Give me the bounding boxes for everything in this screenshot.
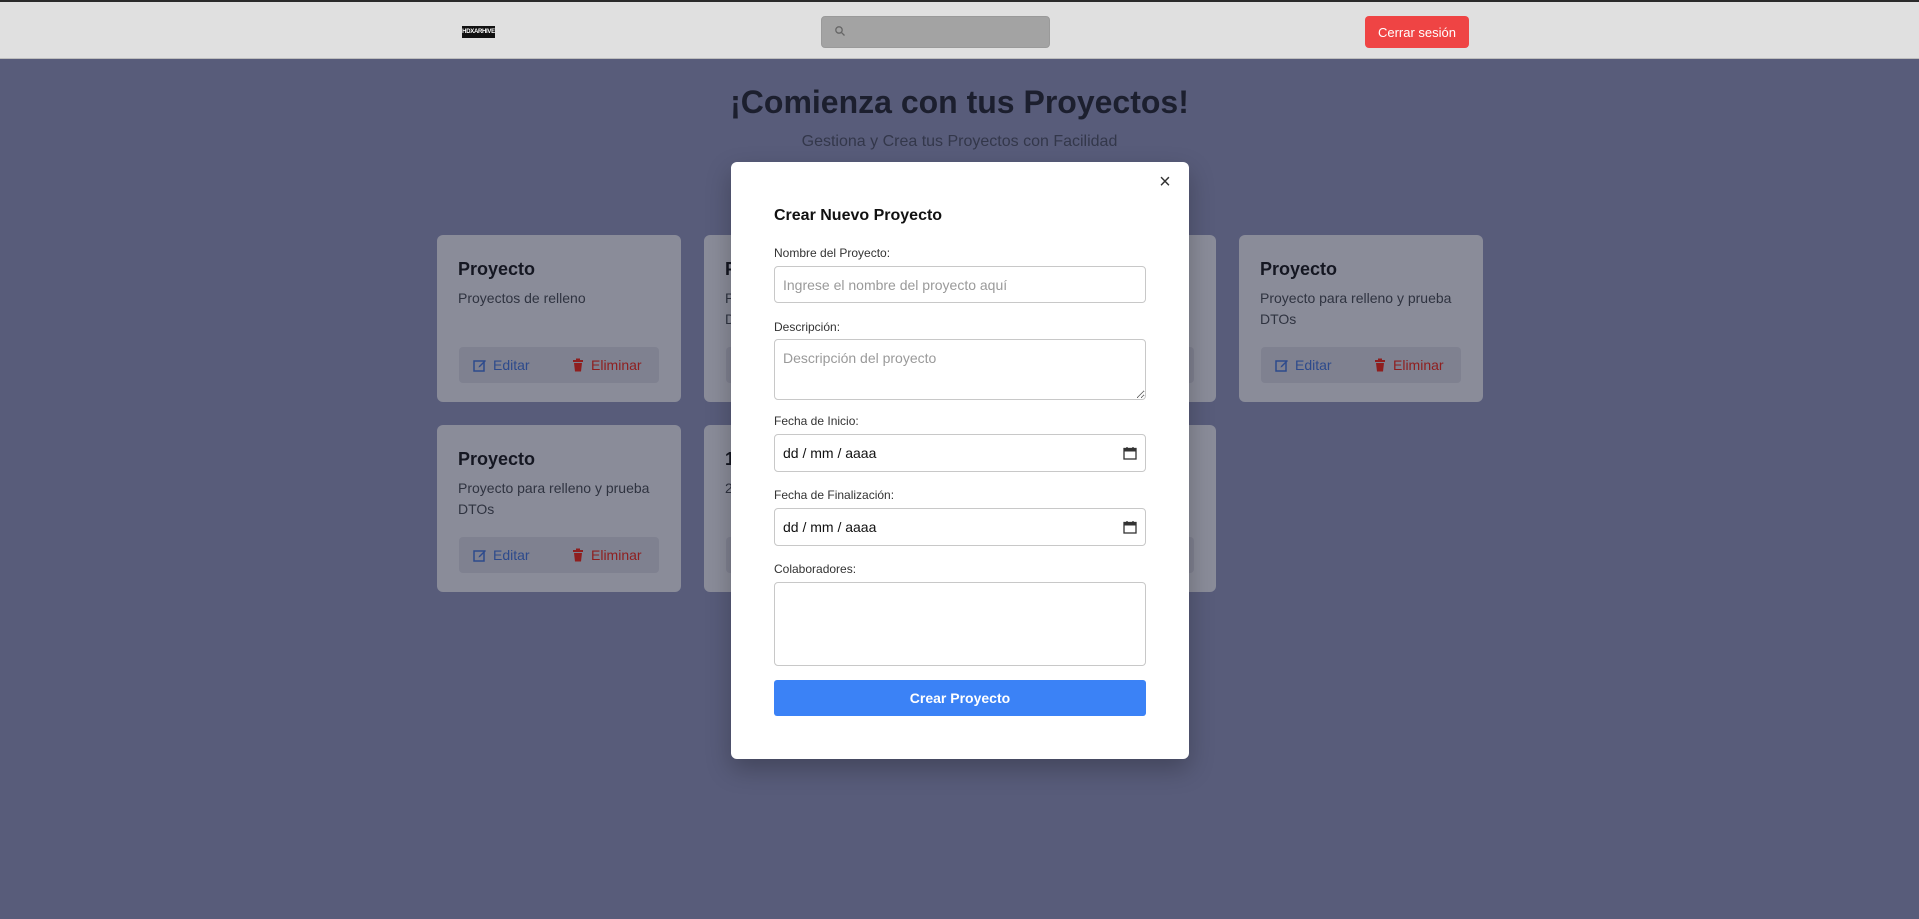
delete-label: Eliminar <box>591 357 642 373</box>
calendar-icon[interactable] <box>1123 520 1137 534</box>
edit-icon <box>473 550 486 562</box>
description-label: Descripción: <box>774 320 841 334</box>
start-date-label: Fecha de Inicio: <box>774 414 859 428</box>
edit-button[interactable]: Editar <box>1275 357 1332 373</box>
edit-label: Editar <box>493 547 530 563</box>
delete-button[interactable]: Eliminar <box>571 547 642 563</box>
calendar-icon[interactable] <box>1123 446 1137 460</box>
card-actions: Editar Eliminar <box>459 347 659 383</box>
project-name-input[interactable] <box>774 266 1146 303</box>
end-date-label: Fecha de Finalización: <box>774 488 895 502</box>
card-title: Proyecto <box>458 449 536 469</box>
delete-label: Eliminar <box>1393 357 1444 373</box>
modal-title: Crear Nuevo Proyecto <box>774 207 943 224</box>
card-actions: Editar Eliminar <box>459 537 659 573</box>
end-date-value: dd / mm / aaaa <box>783 519 877 535</box>
collaborators-label: Colaboradores: <box>774 562 857 576</box>
search-icon <box>835 26 845 36</box>
logo[interactable]: HDXARHIVE <box>462 26 495 38</box>
start-date-value: dd / mm / aaaa <box>783 445 877 461</box>
search-input[interactable] <box>821 16 1050 48</box>
edit-button[interactable]: Editar <box>473 547 530 563</box>
card-description: Proyectos de relleno <box>458 290 586 306</box>
create-project-button[interactable]: Crear Proyecto <box>774 680 1146 716</box>
card-title: Proyecto <box>458 259 536 279</box>
project-card: Proyecto Proyectos de relleno Editar Eli… <box>437 235 681 402</box>
collaborators-select[interactable] <box>774 582 1146 666</box>
edit-icon <box>473 360 486 372</box>
edit-button[interactable]: Editar <box>473 357 530 373</box>
trash-icon <box>1375 358 1385 372</box>
card-title: Proyecto <box>1260 259 1338 279</box>
edit-label: Editar <box>493 357 530 373</box>
edit-icon <box>1275 360 1288 372</box>
delete-button[interactable]: Eliminar <box>571 357 642 373</box>
logout-button[interactable]: Cerrar sesión <box>1365 16 1469 48</box>
close-icon[interactable]: × <box>1155 172 1175 192</box>
page-subtitle: Gestiona y Crea tus Proyectos con Facili… <box>801 133 1118 150</box>
project-card: Proyecto Proyecto para relleno y prueba … <box>437 425 681 592</box>
card-description: Proyecto para relleno y prueba DTOs <box>1260 290 1452 327</box>
create-project-modal: × Crear Nuevo Proyecto Nombre del Proyec… <box>731 162 1189 759</box>
edit-label: Editar <box>1295 357 1332 373</box>
card-actions: Editar Eliminar <box>1261 347 1461 383</box>
end-date-input[interactable]: dd / mm / aaaa <box>774 508 1146 546</box>
navbar: HDXARHIVE Cerrar sesión <box>0 2 1919 59</box>
description-input[interactable] <box>774 339 1146 400</box>
delete-label: Eliminar <box>591 547 642 563</box>
trash-icon <box>573 358 583 372</box>
delete-button[interactable]: Eliminar <box>1373 357 1444 373</box>
page-title: ¡Comienza con tus Proyectos! <box>730 84 1189 120</box>
card-description: Proyecto para relleno y prueba DTOs <box>458 480 650 517</box>
trash-icon <box>573 548 583 562</box>
start-date-input[interactable]: dd / mm / aaaa <box>774 434 1146 472</box>
project-card: Proyecto Proyecto para relleno y prueba … <box>1239 235 1483 402</box>
project-name-label: Nombre del Proyecto: <box>774 246 891 260</box>
